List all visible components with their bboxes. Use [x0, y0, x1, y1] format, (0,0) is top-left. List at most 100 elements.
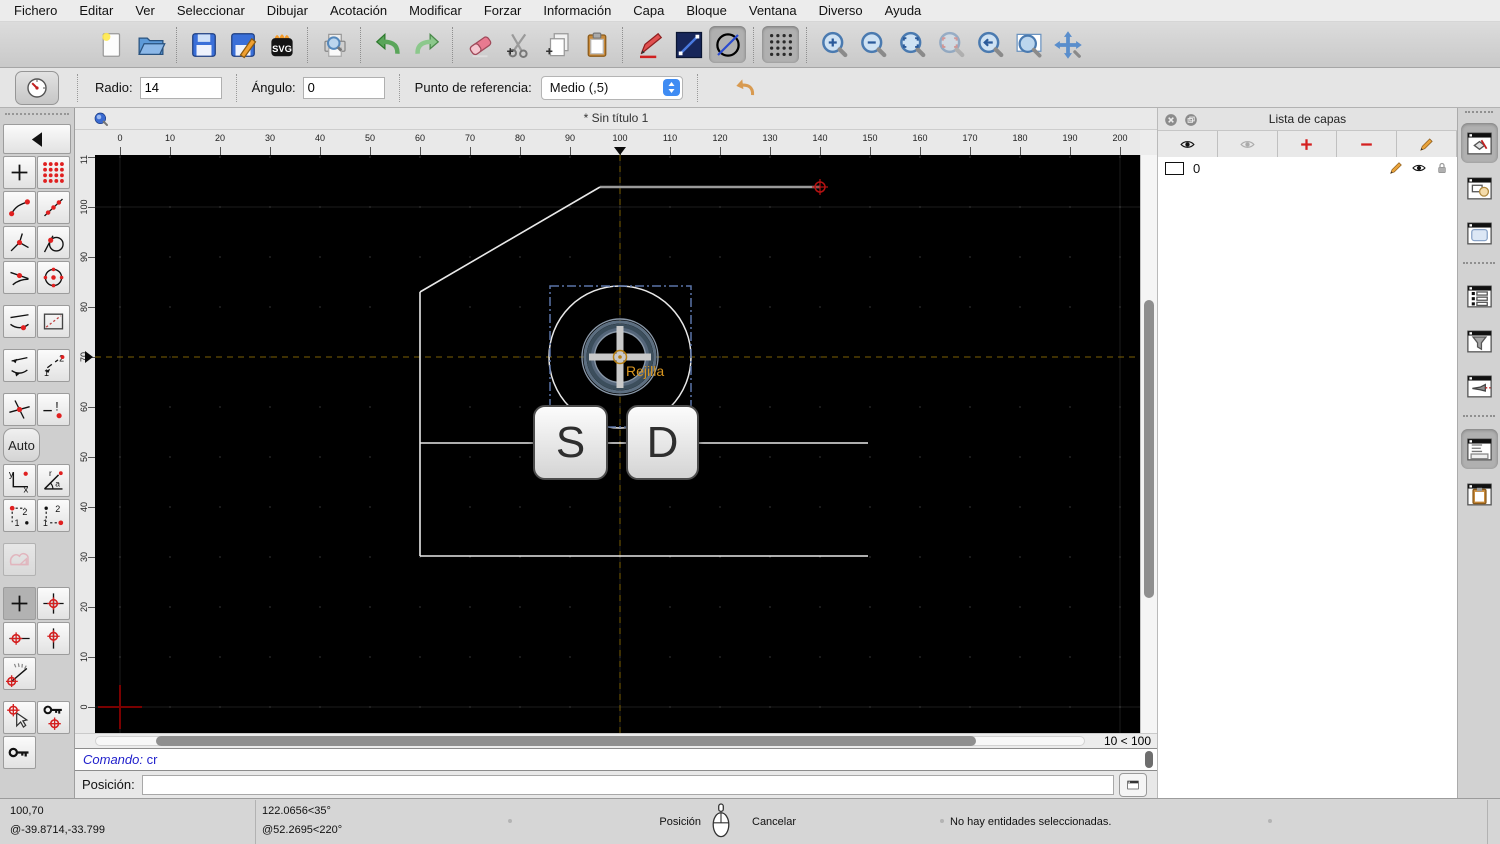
snap-free-button[interactable] — [3, 156, 36, 189]
grid-toggle-button[interactable] — [762, 26, 799, 63]
relative-zero-button[interactable] — [3, 736, 36, 769]
snap-grid-button[interactable] — [37, 156, 70, 189]
restrict-nothing-button[interactable] — [3, 587, 36, 620]
corner-point-2-button[interactable]: 12 — [37, 499, 70, 532]
menu-dibujar[interactable]: Dibujar — [256, 0, 319, 22]
menu-diverso[interactable]: Diverso — [808, 0, 874, 22]
new-file-button[interactable] — [93, 26, 130, 63]
snap-tangent-button[interactable] — [37, 226, 70, 259]
canvas-button-d[interactable]: D — [626, 405, 699, 480]
snap-endpoints-button[interactable] — [3, 191, 36, 224]
angle-input[interactable] — [302, 76, 385, 99]
layer-edit[interactable] — [1388, 160, 1404, 176]
zoom-in-button[interactable] — [815, 26, 852, 63]
cut-button[interactable] — [500, 26, 537, 63]
delete-entities-button[interactable] — [461, 26, 498, 63]
snap-boundingbox-button[interactable] — [37, 305, 70, 338]
snap-perpendicular-button[interactable] — [3, 226, 36, 259]
palette-drag-handle[interactable] — [5, 113, 69, 118]
vertical-scroll-thumb[interactable] — [1144, 300, 1154, 598]
coordinate-polar-button[interactable]: ra — [37, 464, 70, 497]
horizontal-scroll-thumb[interactable] — [156, 736, 976, 746]
snap-distance-manual-button[interactable]: 12 — [37, 349, 70, 382]
pan-button[interactable] — [1049, 26, 1086, 63]
dock-library-browser-button[interactable] — [1461, 213, 1498, 253]
menu-seleccionar[interactable]: Seleccionar — [166, 0, 256, 22]
open-file-button[interactable] — [132, 26, 169, 63]
dock-drag-handle[interactable] — [1465, 111, 1493, 116]
snap-back-button[interactable] — [3, 124, 71, 154]
undo-button[interactable] — [369, 26, 406, 63]
drawing-canvas[interactable]: Rejilla SD — [95, 155, 1140, 733]
export-svg-button[interactable]: SVG — [263, 26, 300, 63]
add-layer-button[interactable] — [1277, 131, 1338, 157]
reset-tool-button[interactable] — [727, 72, 763, 104]
snap-angle-meter-button[interactable] — [3, 657, 36, 690]
zoom-window-button[interactable] — [1010, 26, 1047, 63]
show-all-layers-button[interactable] — [1158, 131, 1218, 157]
menu-informacion[interactable]: Información — [532, 0, 622, 22]
menu-editar[interactable]: Editar — [68, 0, 124, 22]
layer-visibility[interactable] — [1411, 160, 1427, 176]
restrict-orthogonal-button[interactable] — [37, 587, 70, 620]
paste-button[interactable] — [578, 26, 615, 63]
menu-ayuda[interactable]: Ayuda — [874, 0, 933, 22]
command-line[interactable]: Comando: cr — [75, 748, 1157, 771]
zoom-out-button[interactable] — [854, 26, 891, 63]
hide-all-layers-button[interactable] — [1217, 131, 1278, 157]
command-scrollbar[interactable] — [1145, 751, 1153, 768]
dock-property-editor-button[interactable] — [1461, 276, 1498, 316]
menu-bloque[interactable]: Bloque — [675, 0, 737, 22]
save-as-button[interactable] — [224, 26, 261, 63]
draw-line-button[interactable] — [670, 26, 707, 63]
canvas-button-s[interactable]: S — [533, 405, 608, 480]
redo-button[interactable] — [408, 26, 445, 63]
layer-row[interactable]: 0 — [1158, 157, 1457, 179]
zoom-previous-button[interactable] — [971, 26, 1008, 63]
reference-point-select[interactable]: Medio (,5) — [540, 75, 683, 100]
snap-intersection-button[interactable] — [3, 393, 36, 426]
dock-clipboard-button[interactable] — [1461, 474, 1498, 514]
snap-middle-button[interactable] — [3, 261, 36, 294]
zoom-auto-button[interactable] — [893, 26, 930, 63]
corner-point-1-button[interactable]: 12 — [3, 499, 36, 532]
edit-pen-button[interactable] — [631, 26, 668, 63]
circle-radius-tool-button[interactable] — [15, 70, 59, 105]
coordinate-cartesian-button[interactable]: yx — [3, 464, 36, 497]
document-titlebar[interactable]: * Sin título 1 — [75, 108, 1157, 130]
snap-distance-button[interactable] — [3, 305, 36, 338]
dock-command-line-button[interactable] — [1460, 429, 1498, 469]
menu-modificar[interactable]: Modificar — [398, 0, 473, 22]
snap-center-button[interactable] — [37, 261, 70, 294]
restrict-vertical-button[interactable] — [37, 622, 70, 655]
dock-layer-list-button[interactable] — [1460, 123, 1498, 163]
set-relative-zero-button[interactable] — [3, 701, 36, 734]
print-preview-button[interactable] — [316, 26, 353, 63]
copy-button[interactable] — [539, 26, 576, 63]
radius-input[interactable] — [139, 76, 222, 99]
menu-fichero[interactable]: Fichero — [3, 0, 68, 22]
snap-intersection-manual-button[interactable]: ! — [37, 393, 70, 426]
dock-pen-palette-button[interactable] — [1461, 366, 1498, 406]
restrict-horizontal-button[interactable] — [3, 622, 36, 655]
lock-relative-zero-button[interactable] — [37, 701, 70, 734]
save-button[interactable] — [185, 26, 222, 63]
edit-layer-button[interactable] — [1397, 131, 1457, 157]
menu-ver[interactable]: Ver — [124, 0, 166, 22]
menu-forzar[interactable]: Forzar — [473, 0, 533, 22]
canvas-vertical-scrollbar[interactable] — [1140, 155, 1157, 733]
remove-layer-button[interactable] — [1337, 131, 1398, 157]
snap-on-entity-button[interactable] — [37, 191, 70, 224]
menu-capa[interactable]: Capa — [622, 0, 675, 22]
position-input[interactable] — [141, 774, 1114, 795]
snap-restriction-button[interactable] — [3, 349, 36, 382]
menu-acotacion[interactable]: Acotación — [319, 0, 398, 22]
position-panel-button[interactable] — [1118, 772, 1147, 797]
float-panel-icon[interactable] — [1184, 112, 1198, 126]
close-icon[interactable] — [1164, 112, 1178, 126]
draw-ellipse-button[interactable] — [709, 26, 746, 63]
dock-block-list-button[interactable] — [1461, 168, 1498, 208]
snap-auto-button[interactable]: Auto — [3, 428, 40, 462]
dock-selection-filter-button[interactable] — [1461, 321, 1498, 361]
menu-ventana[interactable]: Ventana — [738, 0, 808, 22]
